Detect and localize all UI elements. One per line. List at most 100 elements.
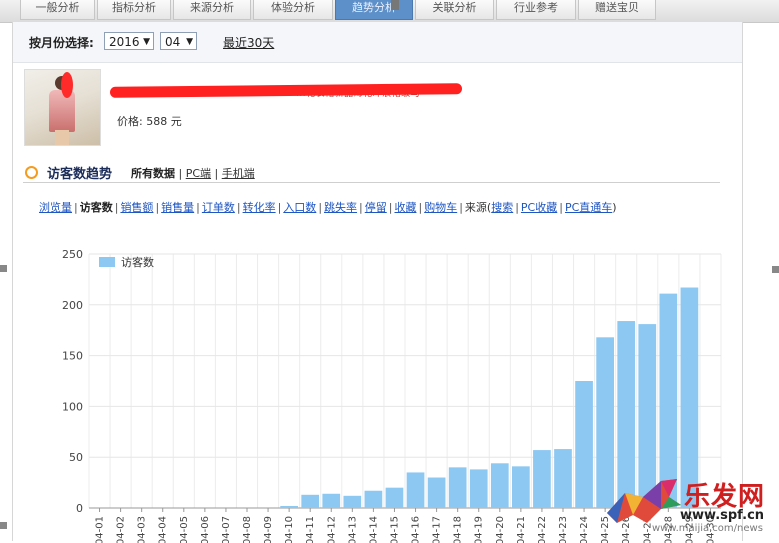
x-tick-label: 04-07 bbox=[221, 516, 232, 543]
resize-handle-right bbox=[772, 266, 779, 273]
tab-industry-reference[interactable]: 行业参考 bbox=[496, 0, 576, 20]
source-suffix: ) bbox=[612, 201, 617, 214]
divider: | bbox=[318, 201, 323, 214]
metric-tab-4[interactable]: 订单数 bbox=[202, 201, 235, 214]
chevron-down-icon: ▼ bbox=[143, 37, 150, 47]
bar-04-21 bbox=[512, 466, 530, 508]
x-tick-label: 04-18 bbox=[453, 516, 464, 543]
metric-tab-7[interactable]: 跳失率 bbox=[324, 201, 357, 214]
x-tick-label: 04-17 bbox=[432, 516, 443, 543]
divider: | bbox=[559, 201, 563, 214]
bar-04-24 bbox=[575, 381, 593, 508]
metric-tab-8[interactable]: 停留 bbox=[365, 201, 387, 214]
y-tick-label: 200 bbox=[62, 299, 83, 312]
watermark-url-secondary: www.maijia.com/news bbox=[652, 523, 763, 534]
bar-04-11 bbox=[301, 494, 320, 508]
divider: | bbox=[155, 201, 160, 214]
metric-tab-2[interactable]: 销售额 bbox=[120, 201, 153, 214]
tab-metric-analysis[interactable]: 指标分析 bbox=[97, 0, 171, 20]
y-tick-label: 100 bbox=[62, 400, 83, 413]
month-select-value: 04 bbox=[165, 35, 181, 49]
x-tick-label: 04-05 bbox=[179, 516, 190, 543]
metric-tab-0[interactable]: 浏览量 bbox=[39, 201, 72, 214]
trend-panel: 按月份选择: 2016 ▼ 04 ▼ 最近30天 ...花长裙新品海花冲浪裙级马… bbox=[12, 22, 743, 543]
thumb-figure-dress bbox=[49, 90, 75, 132]
x-tick-label: 04-12 bbox=[326, 516, 337, 543]
top-tab-strip: 一般分析 指标分析 来源分析 体验分析 趋势分析 关联分析 行业参考 赠送宝贝 bbox=[0, 0, 779, 23]
metric-tab-5[interactable]: 转化率 bbox=[243, 201, 276, 214]
x-tick-label: 04-10 bbox=[284, 516, 295, 543]
tab-general-analysis[interactable]: 一般分析 bbox=[20, 0, 95, 20]
year-select-value: 2016 bbox=[109, 35, 140, 49]
x-tick-label: 04-04 bbox=[158, 516, 169, 543]
resize-handle bbox=[391, 0, 399, 10]
metric-tab-6[interactable]: 入口数 bbox=[283, 201, 316, 214]
source-link-1[interactable]: PC收藏 bbox=[521, 201, 557, 214]
tab-source-analysis[interactable]: 来源分析 bbox=[173, 0, 251, 20]
metric-tab-1[interactable]: 访客数 bbox=[80, 201, 113, 214]
bar-04-20 bbox=[490, 463, 509, 508]
x-tick-label: 04-11 bbox=[305, 516, 316, 543]
x-tick-label: 04-14 bbox=[368, 516, 379, 543]
resize-handle-left-bottom bbox=[0, 522, 7, 529]
y-tick-label: 50 bbox=[69, 451, 83, 464]
bar-04-22 bbox=[533, 450, 551, 508]
bar-04-13 bbox=[343, 495, 362, 508]
product-price: 价格: 588 元 bbox=[117, 115, 182, 128]
divider: | bbox=[114, 201, 119, 214]
x-tick-label: 04-19 bbox=[474, 516, 485, 543]
divider: | bbox=[196, 201, 200, 214]
metric-tab-9[interactable]: 收藏 bbox=[394, 201, 416, 214]
section-title: 访客数趋势 bbox=[47, 167, 113, 182]
mobile-link[interactable]: 手机端 bbox=[222, 167, 255, 180]
divider: | bbox=[388, 201, 393, 214]
tab-related-analysis[interactable]: 关联分析 bbox=[415, 0, 494, 20]
tab-experience-analysis[interactable]: 体验分析 bbox=[253, 0, 333, 20]
device-filter: 所有数据 | PC端 | 手机端 bbox=[131, 165, 255, 181]
source-link-2[interactable]: PC直通车 bbox=[565, 201, 612, 214]
month-select[interactable]: 04 ▼ bbox=[160, 32, 197, 50]
bar-04-10 bbox=[280, 505, 298, 508]
legend-label: 访客数 bbox=[121, 255, 154, 269]
x-tick-label: 04-08 bbox=[242, 516, 253, 543]
bar-04-18 bbox=[448, 467, 467, 508]
source-link-0[interactable]: 搜索 bbox=[491, 201, 513, 214]
tab-gift-items[interactable]: 赠送宝贝 bbox=[578, 0, 656, 20]
x-tick-label: 04-06 bbox=[200, 516, 211, 543]
x-tick-label: 04-21 bbox=[516, 516, 527, 543]
bar-04-16 bbox=[406, 472, 425, 508]
metric-tab-10[interactable]: 购物车 bbox=[424, 201, 457, 214]
legend-swatch bbox=[99, 257, 115, 267]
all-data-link[interactable]: 所有数据 bbox=[131, 167, 175, 180]
pc-link[interactable]: PC端 bbox=[186, 167, 211, 180]
tab-trend-analysis[interactable]: 趋势分析 bbox=[335, 0, 413, 20]
thumb-figure-legs bbox=[55, 130, 69, 145]
metric-tab-3[interactable]: 销售量 bbox=[161, 201, 194, 214]
bar-04-17 bbox=[427, 477, 446, 508]
divider: | bbox=[214, 167, 222, 180]
divider: | bbox=[459, 201, 463, 214]
year-select[interactable]: 2016 ▼ bbox=[104, 32, 154, 50]
x-tick-label: 04-01 bbox=[95, 516, 106, 543]
divider: | bbox=[418, 201, 423, 214]
resize-handle-left bbox=[0, 265, 7, 272]
product-thumbnail[interactable] bbox=[24, 69, 101, 146]
x-tick-label: 04-20 bbox=[495, 516, 506, 543]
source-label: 来源( bbox=[464, 201, 492, 214]
x-tick-label: 04-09 bbox=[263, 516, 274, 543]
redaction-mark bbox=[61, 72, 73, 98]
x-tick-label: 04-13 bbox=[347, 516, 358, 543]
bar-04-15 bbox=[385, 487, 404, 508]
recent-30-days-link[interactable]: 最近30天 bbox=[223, 34, 274, 51]
divider: | bbox=[178, 167, 186, 180]
x-tick-label: 04-03 bbox=[137, 516, 148, 543]
divider: | bbox=[359, 201, 363, 214]
x-tick-label: 04-22 bbox=[537, 516, 548, 543]
bar-04-14 bbox=[364, 490, 383, 508]
metric-tabs: 浏览量 | 访客数 | 销售额 | 销售量 | 订单数 | 转化率 | 入口数 | 跳失率 | 停留 | 收藏 | 购物… bbox=[39, 199, 617, 215]
watermark-logo bbox=[607, 479, 681, 523]
section-bullet-icon bbox=[25, 166, 38, 179]
x-tick-label: 04-15 bbox=[389, 516, 400, 543]
y-tick-label: 250 bbox=[62, 248, 83, 261]
watermark-url: www.spf.cn bbox=[680, 508, 765, 523]
